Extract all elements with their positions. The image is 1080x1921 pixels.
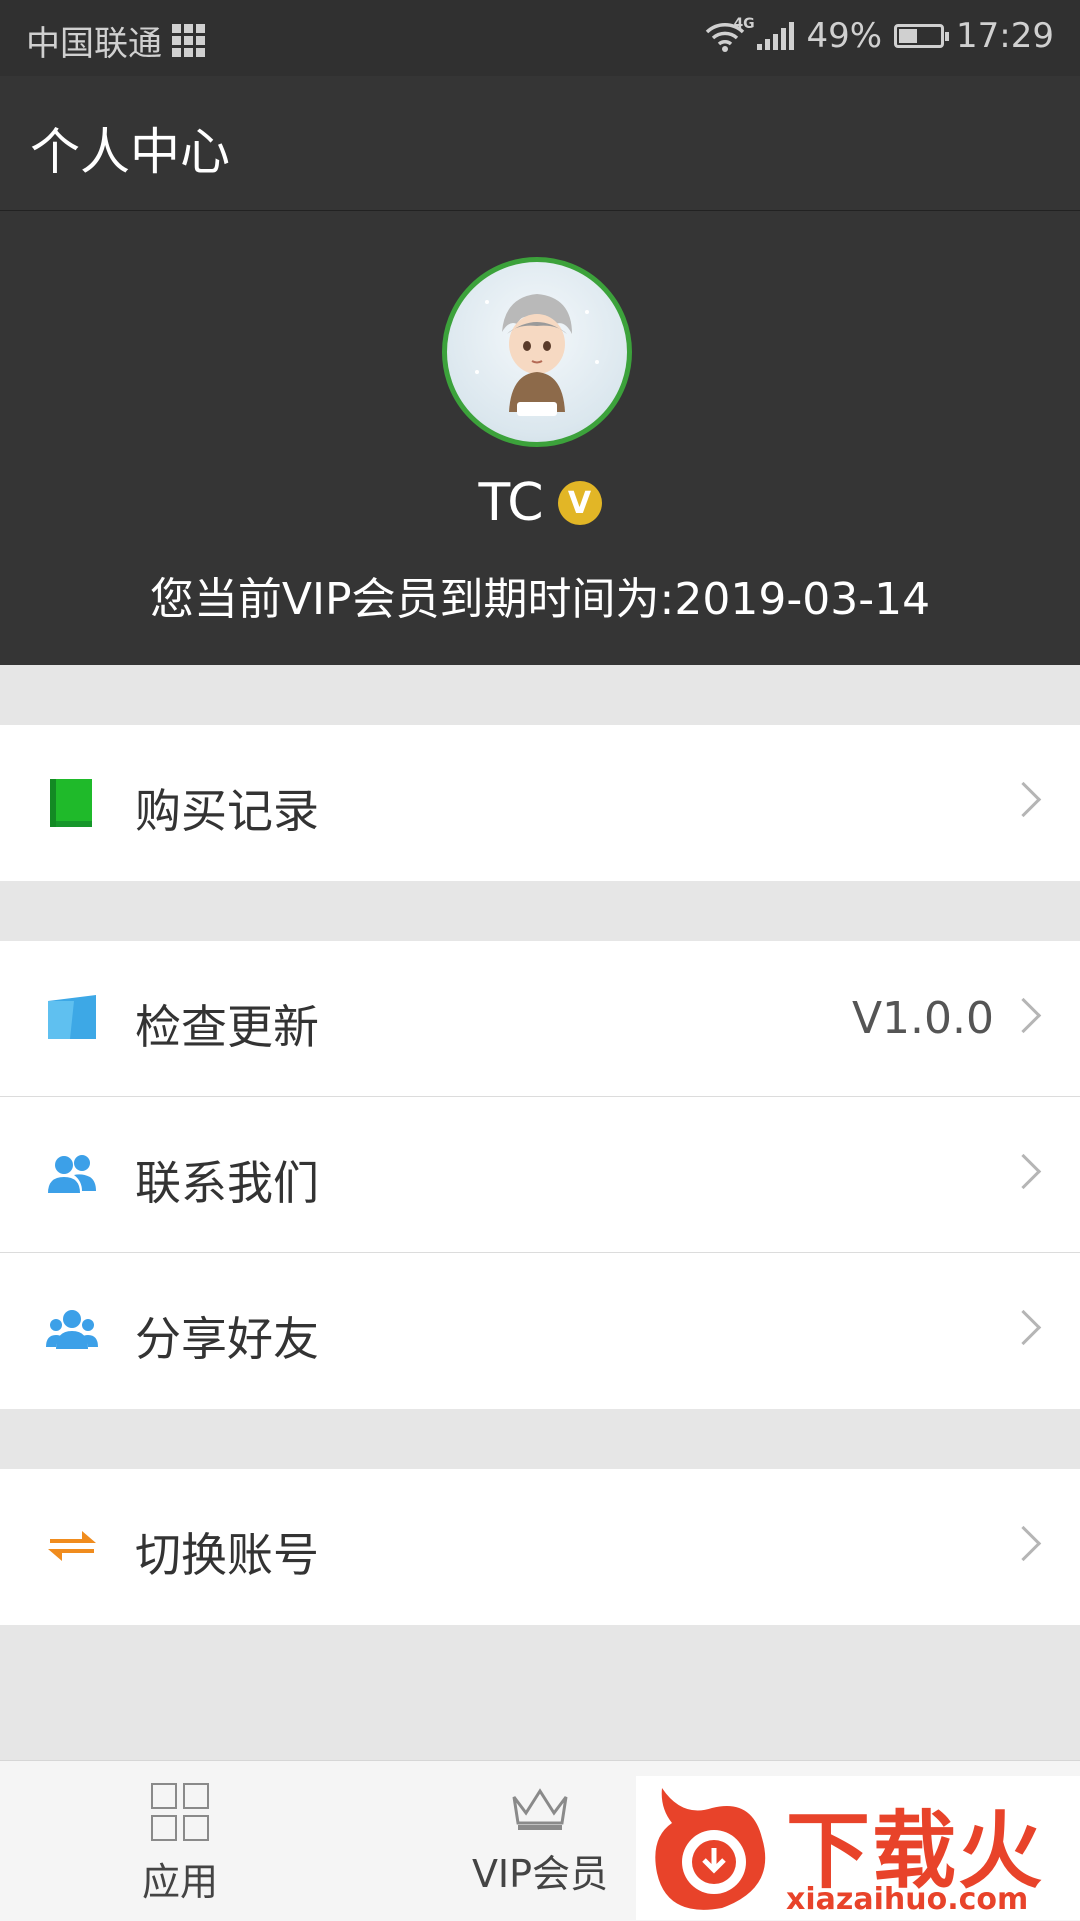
tab-apps[interactable]: 应用 xyxy=(80,1761,280,1921)
folder-icon xyxy=(48,995,96,1039)
tab-vip[interactable]: VIP会员 xyxy=(440,1761,640,1921)
chevron-right-icon xyxy=(1005,781,1042,818)
book-icon xyxy=(50,779,92,827)
menu-label: 联系我们 xyxy=(135,1156,319,1210)
carrier-name: 中国联通 xyxy=(26,24,162,64)
battery-icon xyxy=(894,24,950,48)
crown-icon xyxy=(512,1788,568,1830)
battery-percent: 49% xyxy=(806,16,883,56)
menu-item-check-update[interactable]: 检查更新 V1.0.0 xyxy=(0,941,1080,1097)
tab-label: 应用 xyxy=(141,1860,218,1904)
watermark-url: xiazaihuo.com xyxy=(786,1882,1029,1917)
people-icon xyxy=(48,1155,96,1193)
carrier-info: 中国联通 xyxy=(26,16,205,65)
network-type: 4G xyxy=(733,16,755,32)
menu-group-account: 切换账号 xyxy=(0,1469,1080,1625)
username: TC xyxy=(478,473,544,533)
menu-item-switch-account[interactable]: 切换账号 xyxy=(0,1469,1080,1625)
swap-arrows-icon xyxy=(48,1531,96,1561)
avatar-illustration xyxy=(475,294,599,416)
status-bar: 中国联通 4G 49% 17:29 xyxy=(0,0,1080,76)
menu-group-info: 检查更新 V1.0.0 联系我们 分享好友 xyxy=(0,941,1080,1409)
menu-label: 检查更新 xyxy=(135,1000,319,1054)
chevron-right-icon xyxy=(1005,1309,1042,1346)
version-value: V1.0.0 xyxy=(851,993,994,1044)
menu-label: 分享好友 xyxy=(135,1312,319,1366)
watermark-logo: 下载火 xiazaihuo.com xyxy=(636,1776,1080,1920)
avatar[interactable] xyxy=(442,257,632,447)
vip-badge-icon: V xyxy=(557,481,602,525)
chevron-right-icon xyxy=(1005,1153,1042,1190)
menu-label: 购买记录 xyxy=(135,784,319,838)
flame-logo-icon xyxy=(655,1788,766,1910)
menu-item-contact-us[interactable]: 联系我们 xyxy=(0,1097,1080,1253)
clock: 17:29 xyxy=(956,16,1054,56)
grid-icon xyxy=(151,1783,209,1841)
menu-group-purchase: 购买记录 xyxy=(0,725,1080,881)
cell-signal-icon: 4G xyxy=(733,16,795,50)
menu-item-purchase-records[interactable]: 购买记录 xyxy=(0,725,1080,881)
profile-section: TC V 您当前VIP会员到期时间为:2019-03-14 xyxy=(0,211,1080,665)
group-icon xyxy=(46,1310,98,1349)
page-title: 个人中心 xyxy=(30,123,230,181)
chevron-right-icon xyxy=(1005,1525,1042,1562)
menu-label: 切换账号 xyxy=(135,1528,319,1582)
chevron-right-icon xyxy=(1005,997,1042,1034)
menu-item-share-friends[interactable]: 分享好友 xyxy=(0,1253,1080,1409)
username-row: TC V xyxy=(0,473,1080,533)
tab-label: VIP会员 xyxy=(471,1852,609,1896)
status-right: 4G 49% 17:29 xyxy=(705,16,1054,56)
app-grid-icon xyxy=(172,24,205,57)
vip-expiry-text: 您当前VIP会员到期时间为:2019-03-14 xyxy=(149,574,931,625)
title-bar: 个人中心 xyxy=(0,76,1080,211)
